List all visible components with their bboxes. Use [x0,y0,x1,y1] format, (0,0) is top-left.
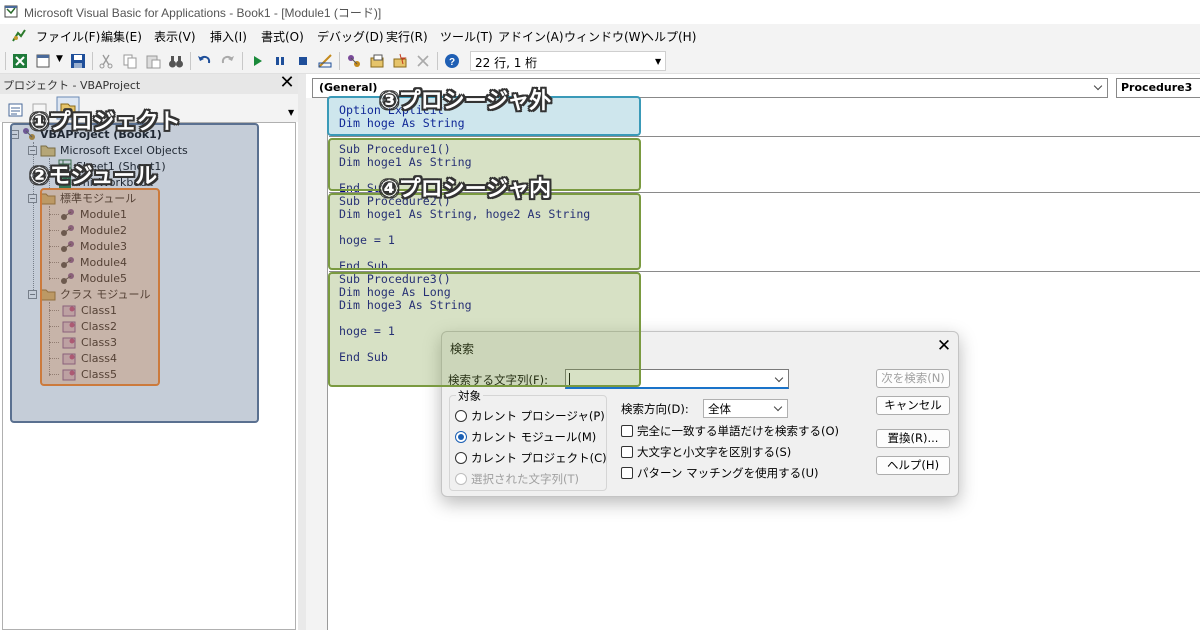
toolbar-grip[interactable] [5,52,6,70]
cut-icon[interactable] [98,53,114,69]
checkbox-icon[interactable] [621,425,633,437]
copy-icon[interactable] [122,53,138,69]
menu-file[interactable]: ファイル(F) [36,28,100,45]
help-button[interactable]: ヘルプ(H) [876,456,950,475]
project-pane-titlebar: プロジェクト - VBAProject [0,74,298,94]
window-title: Microsoft Visual Basic for Applications … [24,6,382,20]
title-bar: Microsoft Visual Basic for Applications … [0,0,1200,24]
chevron-down-icon[interactable] [1093,81,1103,91]
paste-icon[interactable] [145,53,161,69]
cursor-position: 22 行, 1 桁 [470,51,666,71]
match-whole-word[interactable]: 完全に一致する単語だけを検索する(O) [621,423,839,439]
radio-label: カレント モジュール(M) [471,430,597,444]
callout-inside-procedure: ④プロシージャ内 [380,177,552,202]
procedure-combo[interactable]: Procedure3 [1116,78,1200,98]
close-icon[interactable]: ✕ [934,336,954,356]
svg-text:?: ? [449,57,455,68]
design-mode-icon[interactable] [317,53,333,69]
project-pane-close-icon[interactable]: ✕ [277,74,297,94]
scope-selected-text: 選択された文字列(T) [455,471,579,487]
direction-value: 全体 [708,402,731,416]
procedure3-highlight [328,272,641,387]
procedure-separator [329,136,1200,137]
object-browser-icon[interactable] [392,53,408,69]
radio-label: カレント プロシージャ(P) [471,409,605,423]
insert-module-icon[interactable] [36,53,52,69]
undo-icon[interactable] [196,53,212,69]
radio-label: カレント プロジェクト(C) [471,451,607,465]
project-explorer-icon[interactable] [346,53,362,69]
replace-button[interactable]: 置換(R)... [876,429,950,448]
cancel-button[interactable]: キャンセル [876,396,950,415]
toolbar-options-icon[interactable]: ▼ [655,57,661,66]
pane-splitter[interactable] [298,74,306,630]
vba-app-icon [4,5,18,18]
menu-window[interactable]: ウィンドウ(W) [564,28,645,45]
code-margin[interactable] [306,98,328,630]
menu-insert[interactable]: 挿入(I) [210,28,247,45]
properties-icon[interactable] [369,53,385,69]
menu-tools[interactable]: ツール(T) [440,28,493,45]
excel-view-icon[interactable] [12,53,28,69]
procedure-combo-value: Procedure3 [1121,81,1193,94]
save-icon[interactable] [70,53,86,69]
callout-module: ②モジュール [30,164,158,189]
checkbox-icon[interactable] [621,467,633,479]
find-next-button[interactable]: 次を検索(N) [876,369,950,388]
menu-debug[interactable]: デバッグ(D) [317,28,384,45]
scope-current-project[interactable]: カレント プロジェクト(C) [455,450,607,466]
chevron-down-icon[interactable] [773,402,783,412]
use-pattern-matching[interactable]: パターン マッチングを使用する(U) [621,465,818,481]
redo-icon[interactable] [220,53,236,69]
checkbox-label: パターン マッチングを使用する(U) [637,466,819,480]
scroll-down-icon[interactable]: ▼ [288,108,294,117]
help-icon[interactable]: ? [444,53,460,69]
menu-help[interactable]: ヘルプ(H) [642,28,696,45]
scope-current-procedure[interactable]: カレント プロシージャ(P) [455,408,605,424]
view-code-icon[interactable] [8,102,24,118]
find-binoculars-icon[interactable] [168,53,184,69]
scope-current-module[interactable]: カレント モジュール(M) [455,429,596,445]
menu-bar: ファイル(F) 編集(E) 表示(V) 挿入(I) 書式(O) デバッグ(D) … [0,24,1200,48]
radio-disabled-icon [455,473,467,485]
radio-selected-icon[interactable] [455,431,467,443]
toolbox-icon[interactable] [415,53,431,69]
callout-outside-procedure: ③プロシージャ外 [380,89,552,114]
direction-label: 検索方向(D): [621,402,689,416]
direction-select[interactable]: 全体 [703,399,788,418]
menu-addins[interactable]: アドイン(A) [498,28,564,45]
project-pane-title: プロジェクト - VBAProject [3,79,141,92]
dropdown-arrow-icon[interactable]: ▼ [56,54,63,64]
menu-format[interactable]: 書式(O) [261,28,304,45]
menu-run[interactable]: 実行(R) [386,28,428,45]
standard-toolbar: ▼ ? 22 行, 1 桁 ▼ [0,48,1200,74]
checkbox-icon[interactable] [621,446,633,458]
vba-menu-icon[interactable] [10,27,28,45]
module-highlight [40,188,160,386]
radio-label: 選択された文字列(T) [471,472,579,486]
callout-project: ①プロジェクト [30,110,181,135]
object-combo-value: (General) [319,81,378,94]
scope-label: 対象 [456,388,483,404]
checkbox-label: 大文字と小文字を区別する(S) [637,445,792,459]
chevron-down-icon[interactable] [774,373,784,383]
radio-icon[interactable] [455,410,467,422]
match-case[interactable]: 大文字と小文字を区別する(S) [621,444,791,460]
radio-icon[interactable] [455,452,467,464]
checkbox-label: 完全に一致する単語だけを検索する(O) [637,424,840,438]
menu-edit[interactable]: 編集(E) [101,28,142,45]
procedure2-highlight [328,193,641,270]
reset-icon[interactable] [295,53,311,69]
break-icon[interactable] [272,53,288,69]
run-icon[interactable] [250,53,266,69]
menu-view[interactable]: 表示(V) [154,28,196,45]
